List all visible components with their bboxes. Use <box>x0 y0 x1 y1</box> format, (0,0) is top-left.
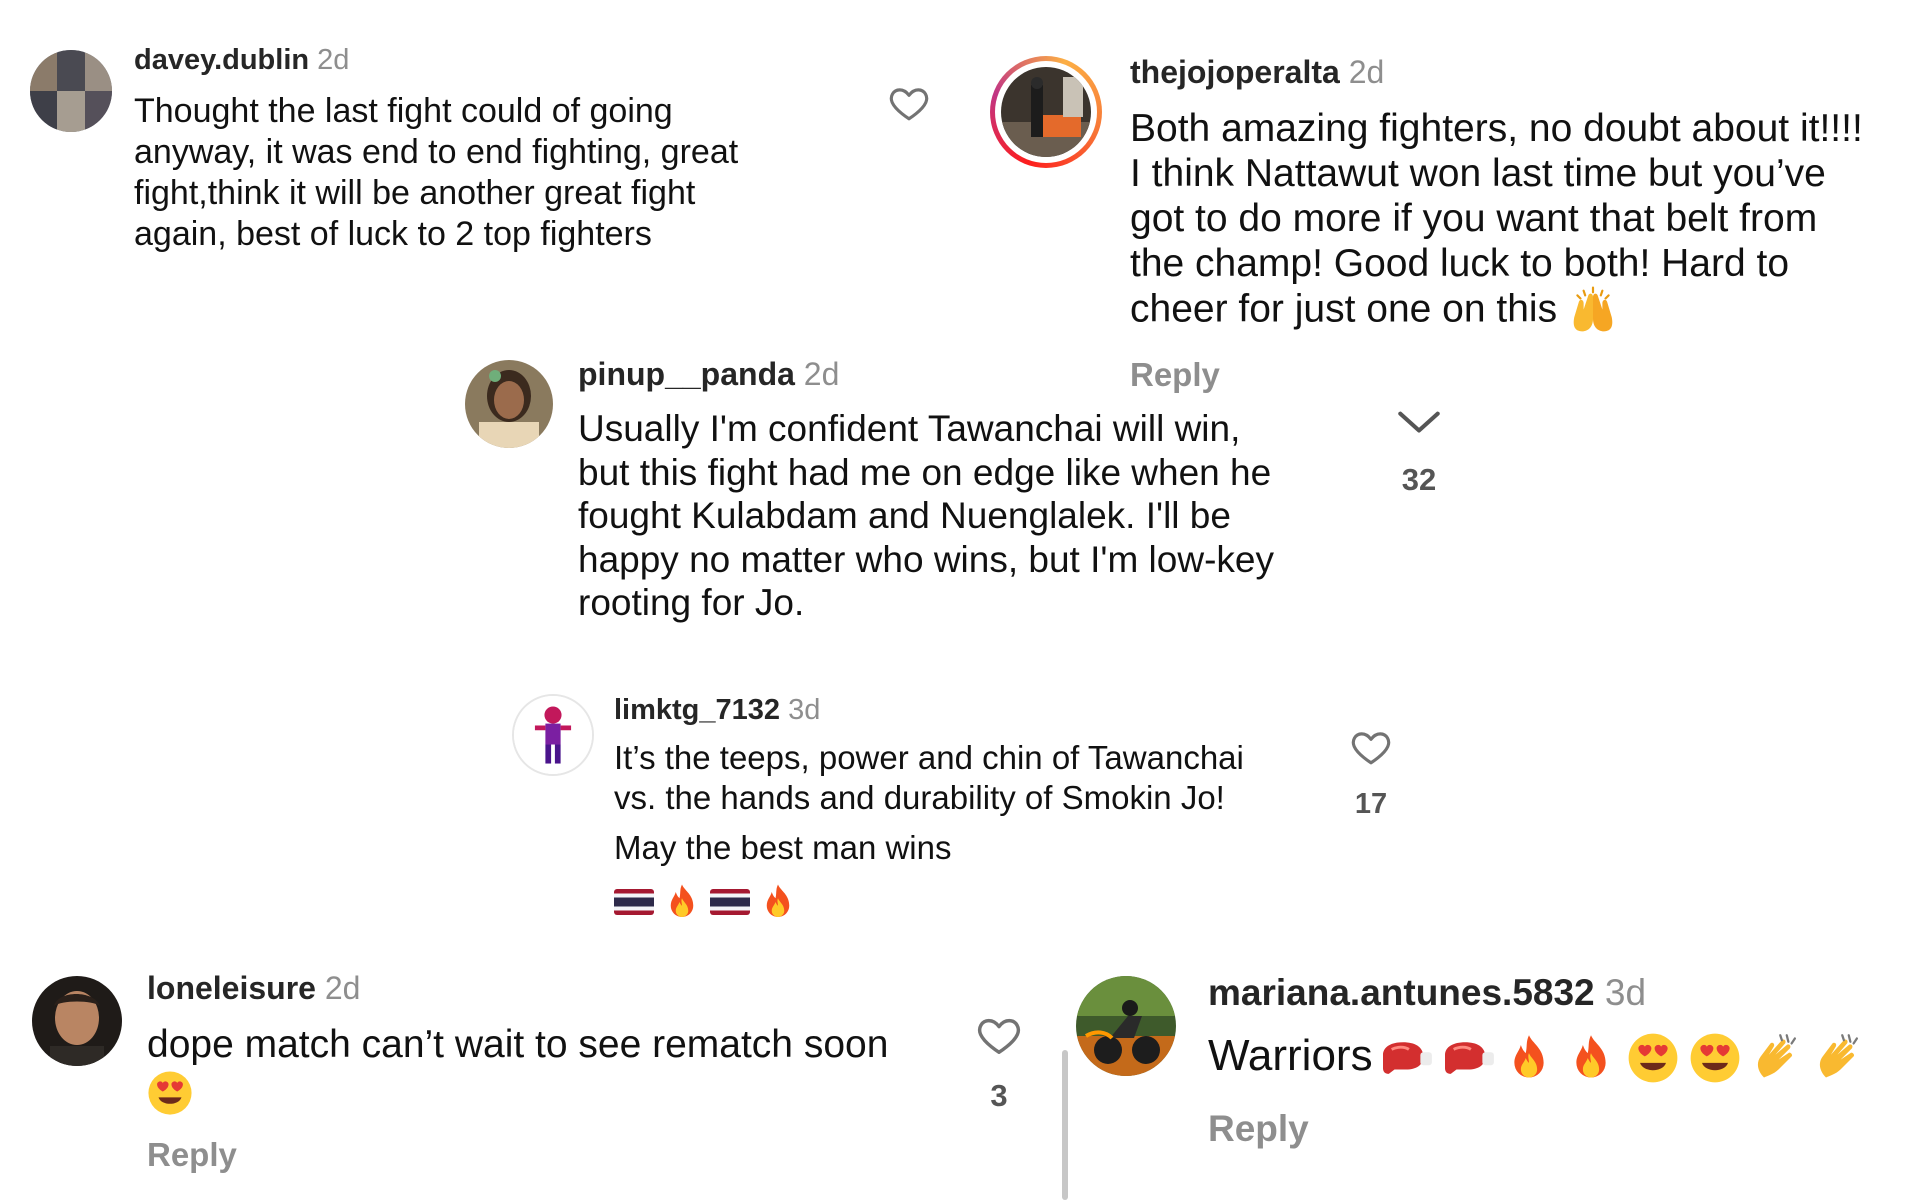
username[interactable]: loneleisure <box>147 970 316 1006</box>
timestamp: 2d <box>324 970 361 1006</box>
comment-header: mariana.antunes.5832 3d <box>1208 972 1646 1014</box>
comment-line: May the best man wins <box>614 829 952 866</box>
username[interactable]: thejojoperalta <box>1130 54 1340 90</box>
heart-icon[interactable] <box>888 82 930 124</box>
reply-button[interactable]: Reply <box>147 1136 237 1174</box>
avatar-image <box>465 360 553 448</box>
like-count: 32 <box>1401 462 1437 497</box>
comment-line: cheer for just one on this <box>1130 286 1863 336</box>
reply-button[interactable]: Reply <box>1130 356 1220 394</box>
comment-line: fight,think it will be another great fig… <box>134 174 696 212</box>
comment-header: davey.dublin 2d <box>134 44 349 77</box>
avatar-image <box>1001 67 1091 157</box>
avatar[interactable] <box>465 360 553 448</box>
timestamp: 3d <box>788 694 821 726</box>
thailand-flag-emoji <box>710 889 750 916</box>
comment-line: Both amazing fighters, no doubt about it… <box>1130 107 1863 150</box>
username[interactable]: pinup__panda <box>578 356 795 392</box>
comment-line: again, best of luck to 2 top fighters <box>134 215 652 253</box>
username[interactable]: limktg_7132 <box>614 694 780 726</box>
heart-eyes-emoji <box>1627 1032 1679 1084</box>
avatar[interactable] <box>1001 67 1091 157</box>
fire-emoji <box>662 882 702 922</box>
timestamp: 3d <box>1604 972 1647 1013</box>
username[interactable]: davey.dublin <box>134 44 309 76</box>
scrollbar[interactable] <box>1062 1050 1068 1200</box>
comment-line: anyway, it was end to end fighting, grea… <box>134 133 739 171</box>
avatar-image <box>30 50 112 132</box>
timestamp: 2d <box>1348 54 1385 90</box>
fire-emoji <box>1503 1032 1555 1084</box>
comment-text: It’s the teeps, power and chin of Tawanc… <box>614 738 1244 922</box>
fire-emoji <box>1565 1032 1617 1084</box>
like-count: 3 <box>990 1078 1008 1113</box>
avatar[interactable] <box>1076 976 1176 1076</box>
clapping-hands-emoji <box>1751 1032 1803 1084</box>
comment-line: Warriors <box>1208 1031 1373 1080</box>
comment-line: rooting for Jo. <box>578 582 805 623</box>
comment-line: but this fight had me on edge like when … <box>578 451 1272 493</box>
avatar-image <box>1076 976 1176 1076</box>
reply-button[interactable]: Reply <box>1208 1108 1309 1150</box>
comment-line: fought Kulabdam and Nuenglalek. I'll be <box>578 495 1231 536</box>
comment-line: the champ! Good luck to both! Hard to <box>1130 242 1790 285</box>
comment-line: happy no matter who wins, but I'm low-ke… <box>578 538 1274 580</box>
comment-header: pinup__panda 2d <box>578 356 839 393</box>
comment-line: It’s the teeps, power and chin of Tawanc… <box>614 739 1244 776</box>
timestamp: 2d <box>317 44 350 76</box>
heart-eyes-emoji <box>147 1070 193 1116</box>
comment-line: got to do more if you want that belt fro… <box>1130 197 1818 240</box>
comment-text: dope match can’t wait to see rematch soo… <box>147 1022 888 1116</box>
boxing-glove-emoji <box>1439 1035 1497 1081</box>
fire-emoji <box>758 882 798 922</box>
emoji-line <box>147 1068 888 1116</box>
timestamp: 2d <box>803 356 840 392</box>
comment-header: loneleisure 2d <box>147 970 360 1007</box>
comment-line: vs. the hands and durability of Smokin J… <box>614 779 1225 816</box>
username[interactable]: mariana.antunes.5832 <box>1208 972 1595 1013</box>
comment-text: Thought the last fight could of going an… <box>134 91 738 255</box>
comment-line: dope match can’t wait to see rematch soo… <box>147 1023 889 1066</box>
chevron-down-icon[interactable] <box>1396 408 1442 438</box>
comment-line-text: cheer for just one on this <box>1130 287 1558 331</box>
comment-text: Warriors <box>1208 1026 1865 1086</box>
comment-line: I think Nattawut won last time but you’v… <box>1130 152 1826 195</box>
heart-icon[interactable] <box>976 1012 1022 1058</box>
avatar[interactable] <box>512 694 594 776</box>
clapping-hands-emoji <box>1813 1032 1865 1084</box>
comment-header: thejojoperalta 2d <box>1130 54 1384 91</box>
avatar[interactable] <box>30 50 112 132</box>
thailand-flag-emoji <box>614 889 654 916</box>
like-count: 17 <box>1354 788 1388 820</box>
comment-header: limktg_7132 3d <box>614 694 820 727</box>
boxing-glove-emoji <box>1377 1035 1435 1081</box>
comment-text: Usually I'm confident Tawanchai will win… <box>578 407 1274 625</box>
raised-hands-emoji <box>1568 286 1618 336</box>
avatar-image <box>514 696 592 774</box>
comment-line: Thought the last fight could of going <box>134 92 673 130</box>
avatar[interactable] <box>32 976 122 1066</box>
comment-text: Both amazing fighters, no doubt about it… <box>1130 106 1863 336</box>
emoji-line <box>614 880 1244 922</box>
heart-eyes-emoji <box>1689 1032 1741 1084</box>
avatar-image <box>32 976 122 1066</box>
comment-line: Usually I'm confident Tawanchai will win… <box>578 408 1241 449</box>
heart-icon[interactable] <box>1350 726 1392 768</box>
